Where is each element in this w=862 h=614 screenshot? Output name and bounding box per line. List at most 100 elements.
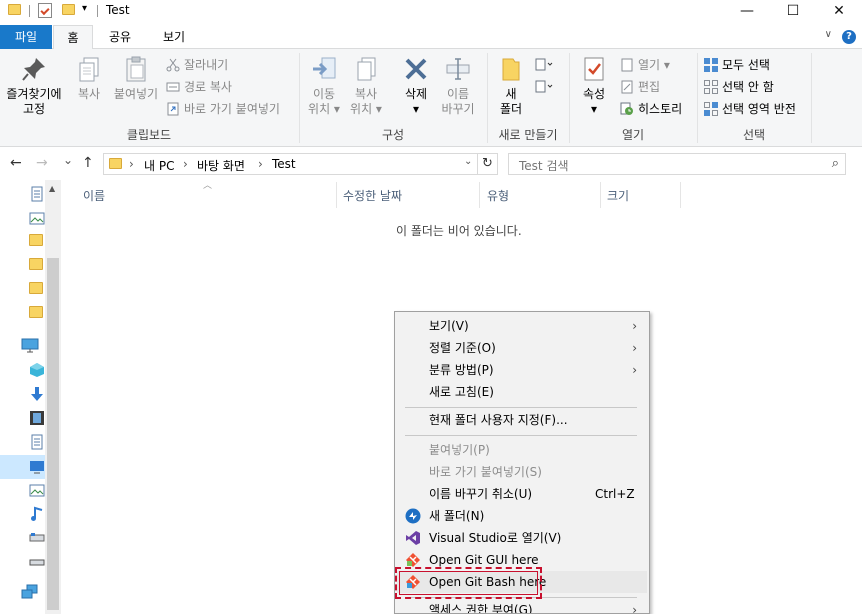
- this-pc-icon[interactable]: [21, 338, 39, 354]
- folder-icon[interactable]: [29, 282, 45, 298]
- minimize-button[interactable]: —: [724, 0, 770, 22]
- ribbon-group-label: 구성: [381, 128, 405, 142]
- folder-icon[interactable]: [29, 306, 45, 322]
- navigation-pane: ▲: [0, 180, 61, 614]
- 3d-objects-icon[interactable]: [29, 362, 45, 378]
- column-divider[interactable]: [479, 182, 480, 208]
- properties-button[interactable]: 속성 ▾: [576, 55, 612, 117]
- history-label: 히스토리: [638, 102, 683, 116]
- ribbon-collapse-icon[interactable]: ∨: [825, 29, 832, 40]
- history-button[interactable]: 히스토리: [620, 99, 682, 119]
- menu-item-new-folder[interactable]: 새 폴더(N): [397, 505, 647, 527]
- open-label: 열기 ▾: [638, 58, 670, 72]
- menu-item-undo-rename[interactable]: 이름 바꾸기 취소(U) Ctrl+Z: [397, 483, 647, 505]
- cut-button[interactable]: 잘라내기: [166, 55, 228, 75]
- empty-folder-message: 이 폴더는 비어 있습니다.: [396, 224, 522, 238]
- breadcrumb-desktop[interactable]: 바탕 화면: [197, 157, 245, 174]
- column-header-name[interactable]: 이름: [83, 187, 105, 204]
- menu-item-open-with-visual-studio[interactable]: Visual Studio로 열기(V): [397, 527, 647, 549]
- folder-icon[interactable]: [29, 234, 45, 250]
- column-divider[interactable]: [680, 182, 681, 208]
- copy-icon: [75, 55, 103, 83]
- document-icon[interactable]: [29, 186, 45, 202]
- tab-home[interactable]: 홈: [53, 25, 93, 50]
- menu-item-give-access[interactable]: 액세스 권한 부여(G) ›: [397, 599, 647, 613]
- menu-item-refresh[interactable]: 새로 고침(E): [397, 381, 647, 403]
- pin-to-quick-access-button[interactable]: 즐겨찾기에 고정: [2, 55, 66, 117]
- tab-view[interactable]: 보기: [152, 25, 196, 49]
- drive-icon[interactable]: [29, 554, 45, 570]
- paste-button[interactable]: 붙여넣기: [112, 55, 160, 102]
- scroll-up-arrow-icon[interactable]: ▲: [49, 184, 55, 193]
- select-none-button[interactable]: 선택 안 함: [704, 77, 774, 97]
- select-none-label: 선택 안 함: [722, 80, 774, 94]
- rename-button[interactable]: 이름 바꾸기: [438, 55, 478, 117]
- copy-button[interactable]: 복사: [70, 55, 108, 102]
- forward-arrow-icon[interactable]: →: [36, 155, 48, 171]
- pictures-icon[interactable]: [29, 210, 45, 226]
- local-disk-icon[interactable]: [29, 530, 45, 546]
- menu-item-paste[interactable]: 붙여넣기(P): [397, 439, 647, 461]
- menu-item-sort-by[interactable]: 정렬 기준(O) ›: [397, 337, 647, 359]
- videos-icon[interactable]: [29, 410, 45, 426]
- menu-item-label: 새 폴더(N): [429, 509, 485, 523]
- ribbon: 즐겨찾기에 고정 복사 붙여넣기 잘라내기 경로 복사 바로 가기 붙여넣기 클…: [0, 49, 862, 147]
- close-button[interactable]: ✕: [816, 0, 862, 22]
- music-icon[interactable]: [29, 506, 45, 522]
- menu-item-label: 정렬 기준(O): [429, 341, 496, 355]
- search-input[interactable]: Test 검색 ⌕: [508, 153, 846, 175]
- downloads-icon[interactable]: [29, 386, 45, 402]
- refresh-button[interactable]: ↻: [478, 153, 498, 175]
- select-all-button[interactable]: 모두 선택: [704, 55, 770, 75]
- menu-item-view[interactable]: 보기(V) ›: [397, 315, 647, 337]
- quick-access-dropdown-icon[interactable]: ▾: [82, 3, 87, 14]
- desktop-icon[interactable]: [29, 459, 45, 475]
- ribbon-group-new: 새 폴더 새로 만들기: [488, 49, 568, 147]
- copy-path-button[interactable]: 경로 복사: [166, 77, 232, 97]
- folder-icon[interactable]: [29, 258, 45, 274]
- edit-button[interactable]: 편집: [620, 77, 660, 97]
- help-icon[interactable]: ?: [842, 30, 856, 44]
- breadcrumb-separator: ›: [183, 157, 188, 171]
- up-arrow-icon[interactable]: ↑: [82, 155, 94, 171]
- open-button[interactable]: 열기 ▾: [620, 55, 670, 75]
- visual-studio-icon: [405, 530, 421, 546]
- address-bar[interactable]: › 내 PC › 바탕 화면 › Test ⌄: [103, 153, 478, 175]
- easy-access-button[interactable]: [534, 77, 553, 97]
- move-to-button[interactable]: 이동 위치 ▾: [304, 55, 344, 117]
- move-to-icon: [310, 55, 338, 83]
- tab-share[interactable]: 공유: [96, 25, 144, 49]
- copy-to-button[interactable]: 복사 위치 ▾: [346, 55, 386, 117]
- column-header-type[interactable]: 유형: [487, 187, 509, 204]
- maximize-button[interactable]: ☐: [770, 0, 816, 22]
- separator: [811, 53, 812, 143]
- invert-selection-button[interactable]: 선택 영역 반전: [704, 99, 796, 119]
- column-divider[interactable]: [336, 182, 337, 208]
- title-bar: ▾ Test — ☐ ✕: [0, 0, 862, 22]
- properties-icon: [580, 55, 608, 83]
- tab-file[interactable]: 파일: [0, 25, 52, 49]
- new-folder-quick-access-icon[interactable]: [62, 4, 75, 15]
- column-header-date[interactable]: 수정한 날짜: [343, 187, 402, 204]
- documents-icon[interactable]: [29, 434, 45, 450]
- paste-label: 붙여넣기: [113, 87, 159, 101]
- breadcrumb-test[interactable]: Test: [272, 157, 296, 171]
- pictures-icon[interactable]: [29, 482, 45, 498]
- delete-button[interactable]: 삭제 ▾: [396, 55, 436, 117]
- menu-item-customize-folder[interactable]: 현재 폴더 사용자 지정(F)...: [397, 409, 647, 431]
- properties-quick-access-icon[interactable]: [38, 3, 52, 18]
- breadcrumb-this-pc[interactable]: 내 PC: [144, 157, 174, 174]
- recent-locations-icon[interactable]: ⌄: [63, 153, 73, 167]
- network-icon[interactable]: [21, 584, 38, 600]
- menu-item-paste-shortcut[interactable]: 바로 가기 붙여넣기(S): [397, 461, 647, 483]
- copy-to-icon: [352, 55, 380, 83]
- column-divider[interactable]: [600, 182, 601, 208]
- column-header-size[interactable]: 크기: [607, 187, 629, 204]
- paste-shortcut-button[interactable]: 바로 가기 붙여넣기: [166, 99, 280, 119]
- new-item-button[interactable]: [534, 55, 553, 75]
- nav-scrollbar-thumb[interactable]: [47, 258, 59, 610]
- menu-item-group-by[interactable]: 분류 방법(P) ›: [397, 359, 647, 381]
- back-arrow-icon[interactable]: ←: [10, 155, 22, 171]
- address-dropdown-icon[interactable]: ⌄: [464, 156, 472, 167]
- new-folder-button[interactable]: 새 폴더: [494, 55, 528, 117]
